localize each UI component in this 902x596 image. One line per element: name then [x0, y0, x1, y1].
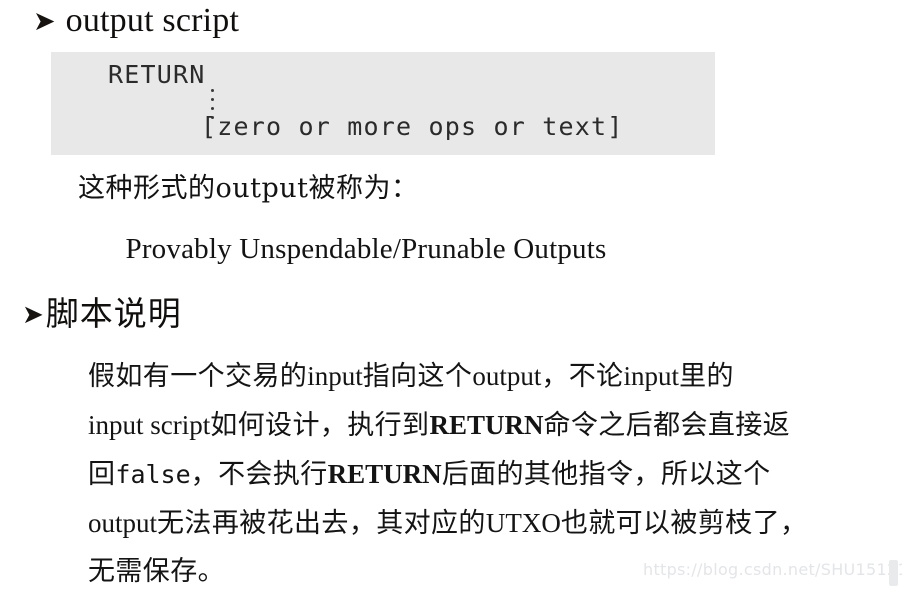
- text-run: 无需保存。: [88, 556, 225, 587]
- scrollbar-nub[interactable]: [889, 560, 898, 586]
- ellipsis-dot: [211, 89, 214, 92]
- text-run: 后面的其他指令，所以这个: [441, 459, 771, 490]
- slide-canvas: ➤ output script RETURN [zero or more ops…: [0, 0, 902, 589]
- called-as-line: 这种形式的output被称为：: [78, 173, 419, 204]
- text-run: output: [88, 508, 158, 538]
- text-run: UTXO: [485, 508, 561, 538]
- text-run: input: [623, 361, 680, 391]
- text-run: 无法再被花出去，其对应的: [157, 508, 486, 539]
- heading-output-script: ➤ output script: [33, 2, 239, 40]
- arrow-bullet-icon: ➤: [22, 300, 44, 330]
- literal-false: false: [115, 460, 191, 489]
- csdn-watermark: https://blog.csdn.net/SHU15121856: [643, 560, 902, 579]
- heading-script-note-label: 脚本说明: [45, 294, 182, 333]
- text-run: ，不论: [541, 361, 624, 392]
- text-run: ，不会执行: [190, 459, 328, 490]
- code-block: RETURN [zero or more ops or text]: [51, 52, 715, 155]
- ellipsis-dot: [211, 107, 214, 110]
- text-run: 回: [88, 459, 116, 490]
- text-run: 指向这个: [362, 361, 473, 392]
- keyword-return: RETURN: [429, 410, 544, 440]
- heading-output-script-label: output script: [65, 2, 240, 39]
- code-line-return: RETURN: [108, 60, 206, 89]
- code-line-ops: [zero or more ops or text]: [201, 112, 624, 141]
- text-run: input: [307, 361, 363, 391]
- text-run: 里的: [679, 361, 734, 392]
- paragraph-line: input script如何设计，执行到RETURN命令之后都会直接返: [88, 401, 888, 450]
- keyword-return: RETURN: [327, 459, 442, 489]
- text-run: 假如有一个交易的: [88, 361, 308, 392]
- text-run: 也就可以被剪枝了，: [560, 508, 808, 539]
- ellipsis-dot: [211, 98, 214, 101]
- paragraph-line: 假如有一个交易的input指向这个output，不论input里的: [88, 352, 888, 401]
- text-run: input script: [88, 410, 211, 440]
- term-line: Provably Unspendable/Prunable Outputs: [125, 233, 607, 265]
- paragraph-line: 回false，不会执行RETURN后面的其他指令，所以这个: [88, 450, 888, 499]
- arrow-bullet-icon: ➤: [33, 6, 56, 37]
- heading-script-note: ➤ 脚本说明: [22, 287, 182, 335]
- paragraph-line: output无法再被花出去，其对应的UTXO也就可以被剪枝了，: [88, 499, 888, 548]
- text-run: 如何设计，执行到: [210, 410, 430, 441]
- text-run: 命令之后都会直接返: [543, 410, 791, 441]
- text-run: output: [472, 361, 542, 391]
